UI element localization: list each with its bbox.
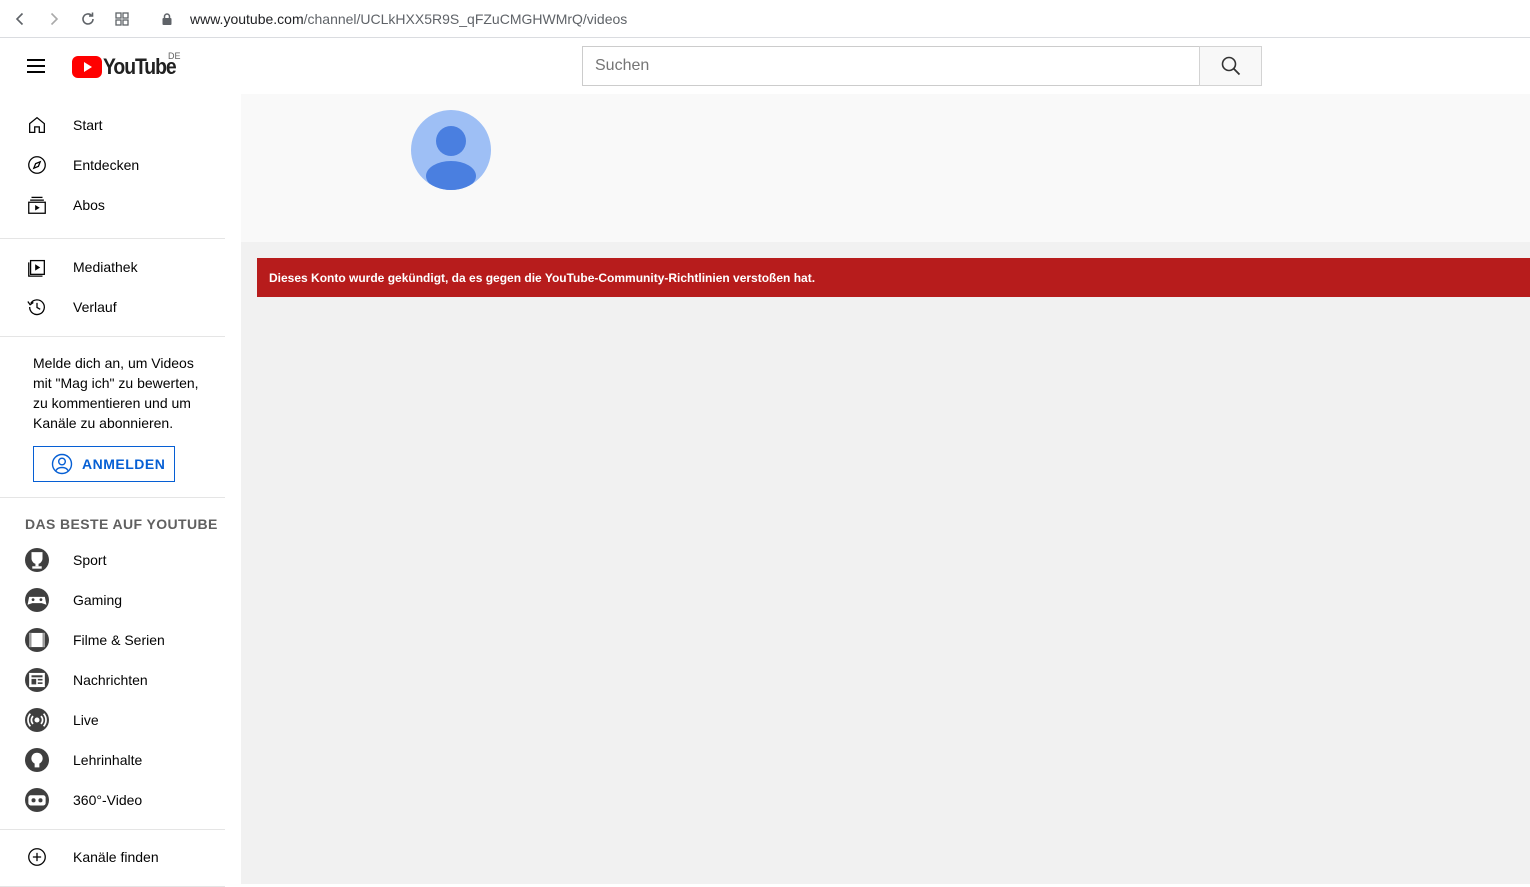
search-button[interactable] bbox=[1199, 46, 1262, 86]
trophy-icon bbox=[25, 548, 49, 572]
search-box bbox=[582, 46, 1262, 86]
sidebar-item-label: Lehrinhalte bbox=[73, 752, 143, 768]
sidebar-item-label: Entdecken bbox=[73, 157, 140, 173]
gamepad-icon bbox=[25, 588, 49, 612]
browser-toolbar: www.youtube.com/channel/UCLkHXX5R9S_qFZu… bbox=[0, 0, 1530, 38]
sidebar-item-label: Nachrichten bbox=[73, 672, 148, 688]
sidebar-library-section: Mediathek Verlauf bbox=[0, 239, 225, 337]
youtube-play-icon bbox=[72, 56, 102, 78]
sidebar-item-start[interactable]: Start bbox=[0, 105, 225, 145]
vr-icon bbox=[25, 788, 49, 812]
arrow-right-icon bbox=[50, 12, 59, 25]
sidebar-item-live[interactable]: Live bbox=[0, 700, 225, 740]
reload-button[interactable] bbox=[72, 3, 104, 35]
default-avatar-icon bbox=[426, 126, 476, 190]
apps-button[interactable] bbox=[106, 3, 138, 35]
masthead: YouTube DE bbox=[0, 38, 1530, 94]
sidebar-item-verlauf[interactable]: Verlauf bbox=[0, 287, 225, 327]
menu-icon[interactable] bbox=[25, 56, 49, 76]
sidebar-item-kanaele-finden[interactable]: Kanäle finden bbox=[0, 837, 225, 877]
back-button[interactable] bbox=[4, 3, 36, 35]
sidebar-best-section: DAS BESTE AUF YOUTUBE Sport Gaming Filme… bbox=[0, 498, 225, 830]
signin-button-label: ANMELDEN bbox=[82, 456, 166, 472]
signin-prompt: Melde dich an, um Videos mit "Mag ich" z… bbox=[33, 355, 199, 431]
channel-header bbox=[241, 94, 1530, 242]
sidebar-item-label: Abos bbox=[73, 197, 105, 213]
grid-icon bbox=[115, 11, 129, 26]
newspaper-icon bbox=[25, 668, 49, 692]
account-icon bbox=[51, 453, 73, 475]
add-circle-icon bbox=[25, 845, 49, 869]
sidebar-more-section: Kanäle finden bbox=[0, 830, 225, 887]
sidebar-item-abos[interactable]: Abos bbox=[0, 185, 225, 225]
search-icon bbox=[1221, 56, 1240, 76]
sidebar-item-sport[interactable]: Sport bbox=[0, 540, 225, 580]
live-icon bbox=[25, 708, 49, 732]
reload-icon bbox=[82, 12, 94, 25]
sidebar-section-title: DAS BESTE AUF YOUTUBE bbox=[25, 516, 218, 532]
sidebar-signin-section: Melde dich an, um Videos mit "Mag ich" z… bbox=[0, 337, 225, 498]
forward-button[interactable] bbox=[38, 3, 70, 35]
subscriptions-icon bbox=[25, 193, 49, 217]
sidebar-item-gaming[interactable]: Gaming bbox=[0, 580, 225, 620]
home-icon bbox=[25, 113, 49, 137]
film-icon bbox=[25, 628, 49, 652]
sidebar-item-label: Start bbox=[73, 117, 103, 133]
account-terminated-alert: Dieses Konto wurde gekündigt, da es gege… bbox=[257, 258, 1530, 297]
sidebar-item-label: Sport bbox=[73, 552, 107, 568]
country-code: DE bbox=[168, 51, 181, 61]
logo-wordmark: YouTube bbox=[103, 54, 177, 79]
sidebar-item-label: Kanäle finden bbox=[73, 849, 159, 865]
main-content: Dieses Konto wurde gekündigt, da es gege… bbox=[241, 94, 1530, 884]
compass-icon bbox=[25, 153, 49, 177]
sidebar-item-label: Filme & Serien bbox=[73, 632, 165, 648]
library-icon bbox=[25, 255, 49, 279]
sidebar-item-label: Verlauf bbox=[73, 299, 117, 315]
sidebar: Start Entdecken Abos Mediathek Verlauf M… bbox=[0, 94, 241, 887]
arrow-left-icon bbox=[15, 12, 24, 25]
sidebar-item-360-video[interactable]: 360°-Video bbox=[0, 780, 225, 820]
sidebar-item-filme[interactable]: Filme & Serien bbox=[0, 620, 225, 660]
sidebar-item-label: 360°-Video bbox=[73, 792, 143, 808]
url-host: www.youtube.com bbox=[190, 10, 304, 27]
signin-button[interactable]: ANMELDEN bbox=[33, 446, 175, 482]
sidebar-item-label: Mediathek bbox=[73, 259, 138, 275]
sidebar-item-entdecken[interactable]: Entdecken bbox=[0, 145, 225, 185]
lightbulb-icon bbox=[25, 748, 49, 772]
search-input[interactable] bbox=[582, 46, 1199, 86]
sidebar-primary-section: Start Entdecken Abos bbox=[0, 94, 225, 239]
sidebar-item-lehrinhalte[interactable]: Lehrinhalte bbox=[0, 740, 225, 780]
history-icon bbox=[25, 295, 49, 319]
sidebar-item-mediathek[interactable]: Mediathek bbox=[0, 247, 225, 287]
address-bar[interactable]: www.youtube.com/channel/UCLkHXX5R9S_qFZu… bbox=[160, 11, 627, 27]
sidebar-item-label: Gaming bbox=[73, 592, 123, 608]
lock-icon bbox=[162, 12, 172, 25]
sidebar-item-nachrichten[interactable]: Nachrichten bbox=[0, 660, 225, 700]
url-path: /channel/UCLkHXX5R9S_qFZuCMGHWMrQ/videos bbox=[303, 10, 628, 27]
youtube-logo[interactable]: YouTube DE bbox=[72, 51, 185, 80]
channel-avatar bbox=[411, 110, 491, 190]
sidebar-item-label: Live bbox=[73, 712, 99, 728]
